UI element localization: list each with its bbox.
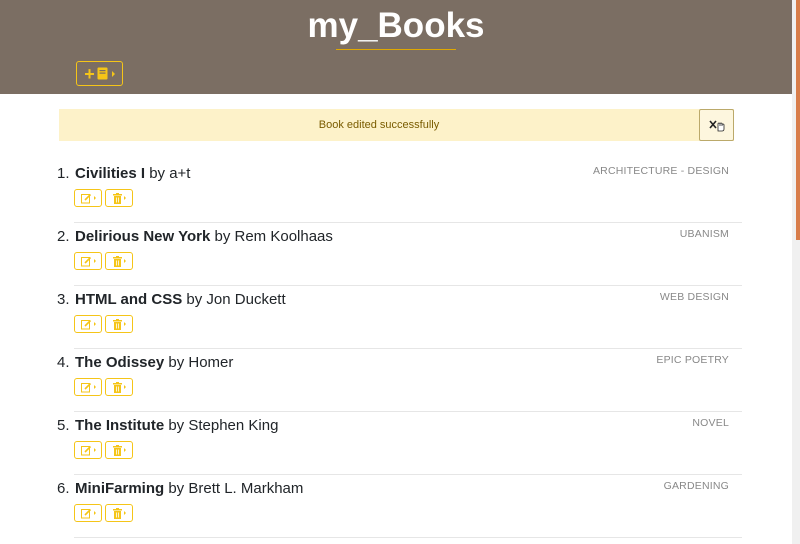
app-title: my_Books [307, 6, 485, 45]
caret-right-icon [93, 511, 96, 515]
trash-icon [112, 444, 122, 456]
book-title: The Odissey [75, 354, 165, 371]
caret-right-icon [93, 259, 96, 263]
book-title: Delirious New York [75, 228, 211, 245]
caret-right-icon [93, 196, 96, 200]
app-header: my_Books + [0, 0, 792, 94]
alert-message: Book edited successfully [318, 119, 440, 131]
item-number: 2. [57, 228, 70, 245]
book-category: EPIC POETRY [656, 354, 729, 366]
item-number: 1. [57, 165, 70, 182]
trash-icon [112, 192, 122, 204]
item-actions [74, 504, 133, 522]
book-category: GARDENING [663, 480, 729, 492]
book-title: The Institute [75, 417, 165, 434]
add-book-button[interactable]: + [76, 61, 123, 86]
list-item: 5. The Institute by Stephen King NOVEL [0, 412, 792, 475]
caret-right-icon [93, 322, 96, 326]
trash-icon [112, 507, 122, 519]
item-number: 3. [57, 291, 70, 308]
caret-right-icon [123, 196, 126, 200]
book-author: by Jon Duckett [182, 291, 286, 308]
plus-icon: + [84, 63, 95, 84]
book-title: Civilities I [75, 165, 146, 182]
caret-right-icon [93, 448, 96, 452]
item-actions [74, 441, 133, 459]
book-icon [97, 67, 108, 80]
item-number: 5. [57, 417, 70, 434]
trash-icon [112, 381, 122, 393]
scrollbar-thumb[interactable] [796, 0, 800, 240]
list-item: 3. HTML and CSS by Jon Duckett WEB DESIG… [0, 286, 792, 349]
list-item: 2. Delirious New York by Rem Koolhaas UB… [0, 223, 792, 286]
trash-icon [112, 255, 122, 267]
caret-right-icon [123, 259, 126, 263]
caret-right-icon [123, 322, 126, 326]
caret-right-icon [123, 385, 126, 389]
book-category: ARCHITECTURE - DESIGN [592, 165, 729, 177]
edit-icon [80, 256, 91, 266]
book-author: by Brett L. Markham [164, 480, 304, 497]
trash-icon [112, 318, 122, 330]
edit-icon [80, 193, 91, 203]
delete-button[interactable] [105, 441, 133, 459]
delete-button[interactable] [105, 504, 133, 522]
divider [74, 537, 742, 538]
close-icon [708, 120, 724, 132]
edit-icon [80, 382, 91, 392]
book-entry: The Institute by Stephen King [75, 417, 278, 435]
delete-button[interactable] [105, 315, 133, 333]
success-alert: Book edited successfully [59, 109, 734, 141]
book-author: by Rem Koolhaas [210, 228, 333, 245]
caret-right-icon [123, 511, 126, 515]
book-author: by Stephen King [164, 417, 279, 434]
edit-icon [80, 445, 91, 455]
edit-button[interactable] [74, 189, 102, 207]
item-actions [74, 378, 133, 396]
delete-button[interactable] [105, 189, 133, 207]
caret-right-icon [123, 448, 126, 452]
book-author: by Homer [164, 354, 234, 371]
caret-right-icon [111, 70, 115, 77]
book-entry: Delirious New York by Rem Koolhaas [75, 228, 333, 246]
book-category: UBANISM [679, 228, 729, 240]
edit-button[interactable] [74, 315, 102, 333]
item-actions [74, 252, 133, 270]
book-author: by a+t [145, 165, 191, 182]
edit-button[interactable] [74, 378, 102, 396]
book-entry: HTML and CSS by Jon Duckett [75, 291, 286, 309]
edit-icon [80, 319, 91, 329]
delete-button[interactable] [105, 252, 133, 270]
edit-button[interactable] [74, 441, 102, 459]
edit-button[interactable] [74, 252, 102, 270]
list-item: 6. MiniFarming by Brett L. Markham GARDE… [0, 475, 792, 538]
book-title: HTML and CSS [75, 291, 183, 308]
item-actions [74, 189, 133, 207]
title-underline [336, 49, 456, 50]
book-category: WEB DESIGN [659, 291, 729, 303]
caret-right-icon [93, 385, 96, 389]
item-number: 4. [57, 354, 70, 371]
book-entry: MiniFarming by Brett L. Markham [75, 480, 303, 498]
book-entry: The Odissey by Homer [75, 354, 233, 372]
alert-close-button[interactable] [699, 109, 734, 141]
book-entry: Civilities I by a+t [75, 165, 190, 183]
item-number: 6. [57, 480, 70, 497]
edit-icon [80, 508, 91, 518]
book-category: NOVEL [692, 417, 729, 429]
item-actions [74, 315, 133, 333]
book-title: MiniFarming [75, 480, 165, 497]
edit-button[interactable] [74, 504, 102, 522]
list-item: 4. The Odissey by Homer EPIC POETRY [0, 349, 792, 412]
list-item: 1. Civilities I by a+t ARCHITECTURE - DE… [0, 160, 792, 223]
delete-button[interactable] [105, 378, 133, 396]
